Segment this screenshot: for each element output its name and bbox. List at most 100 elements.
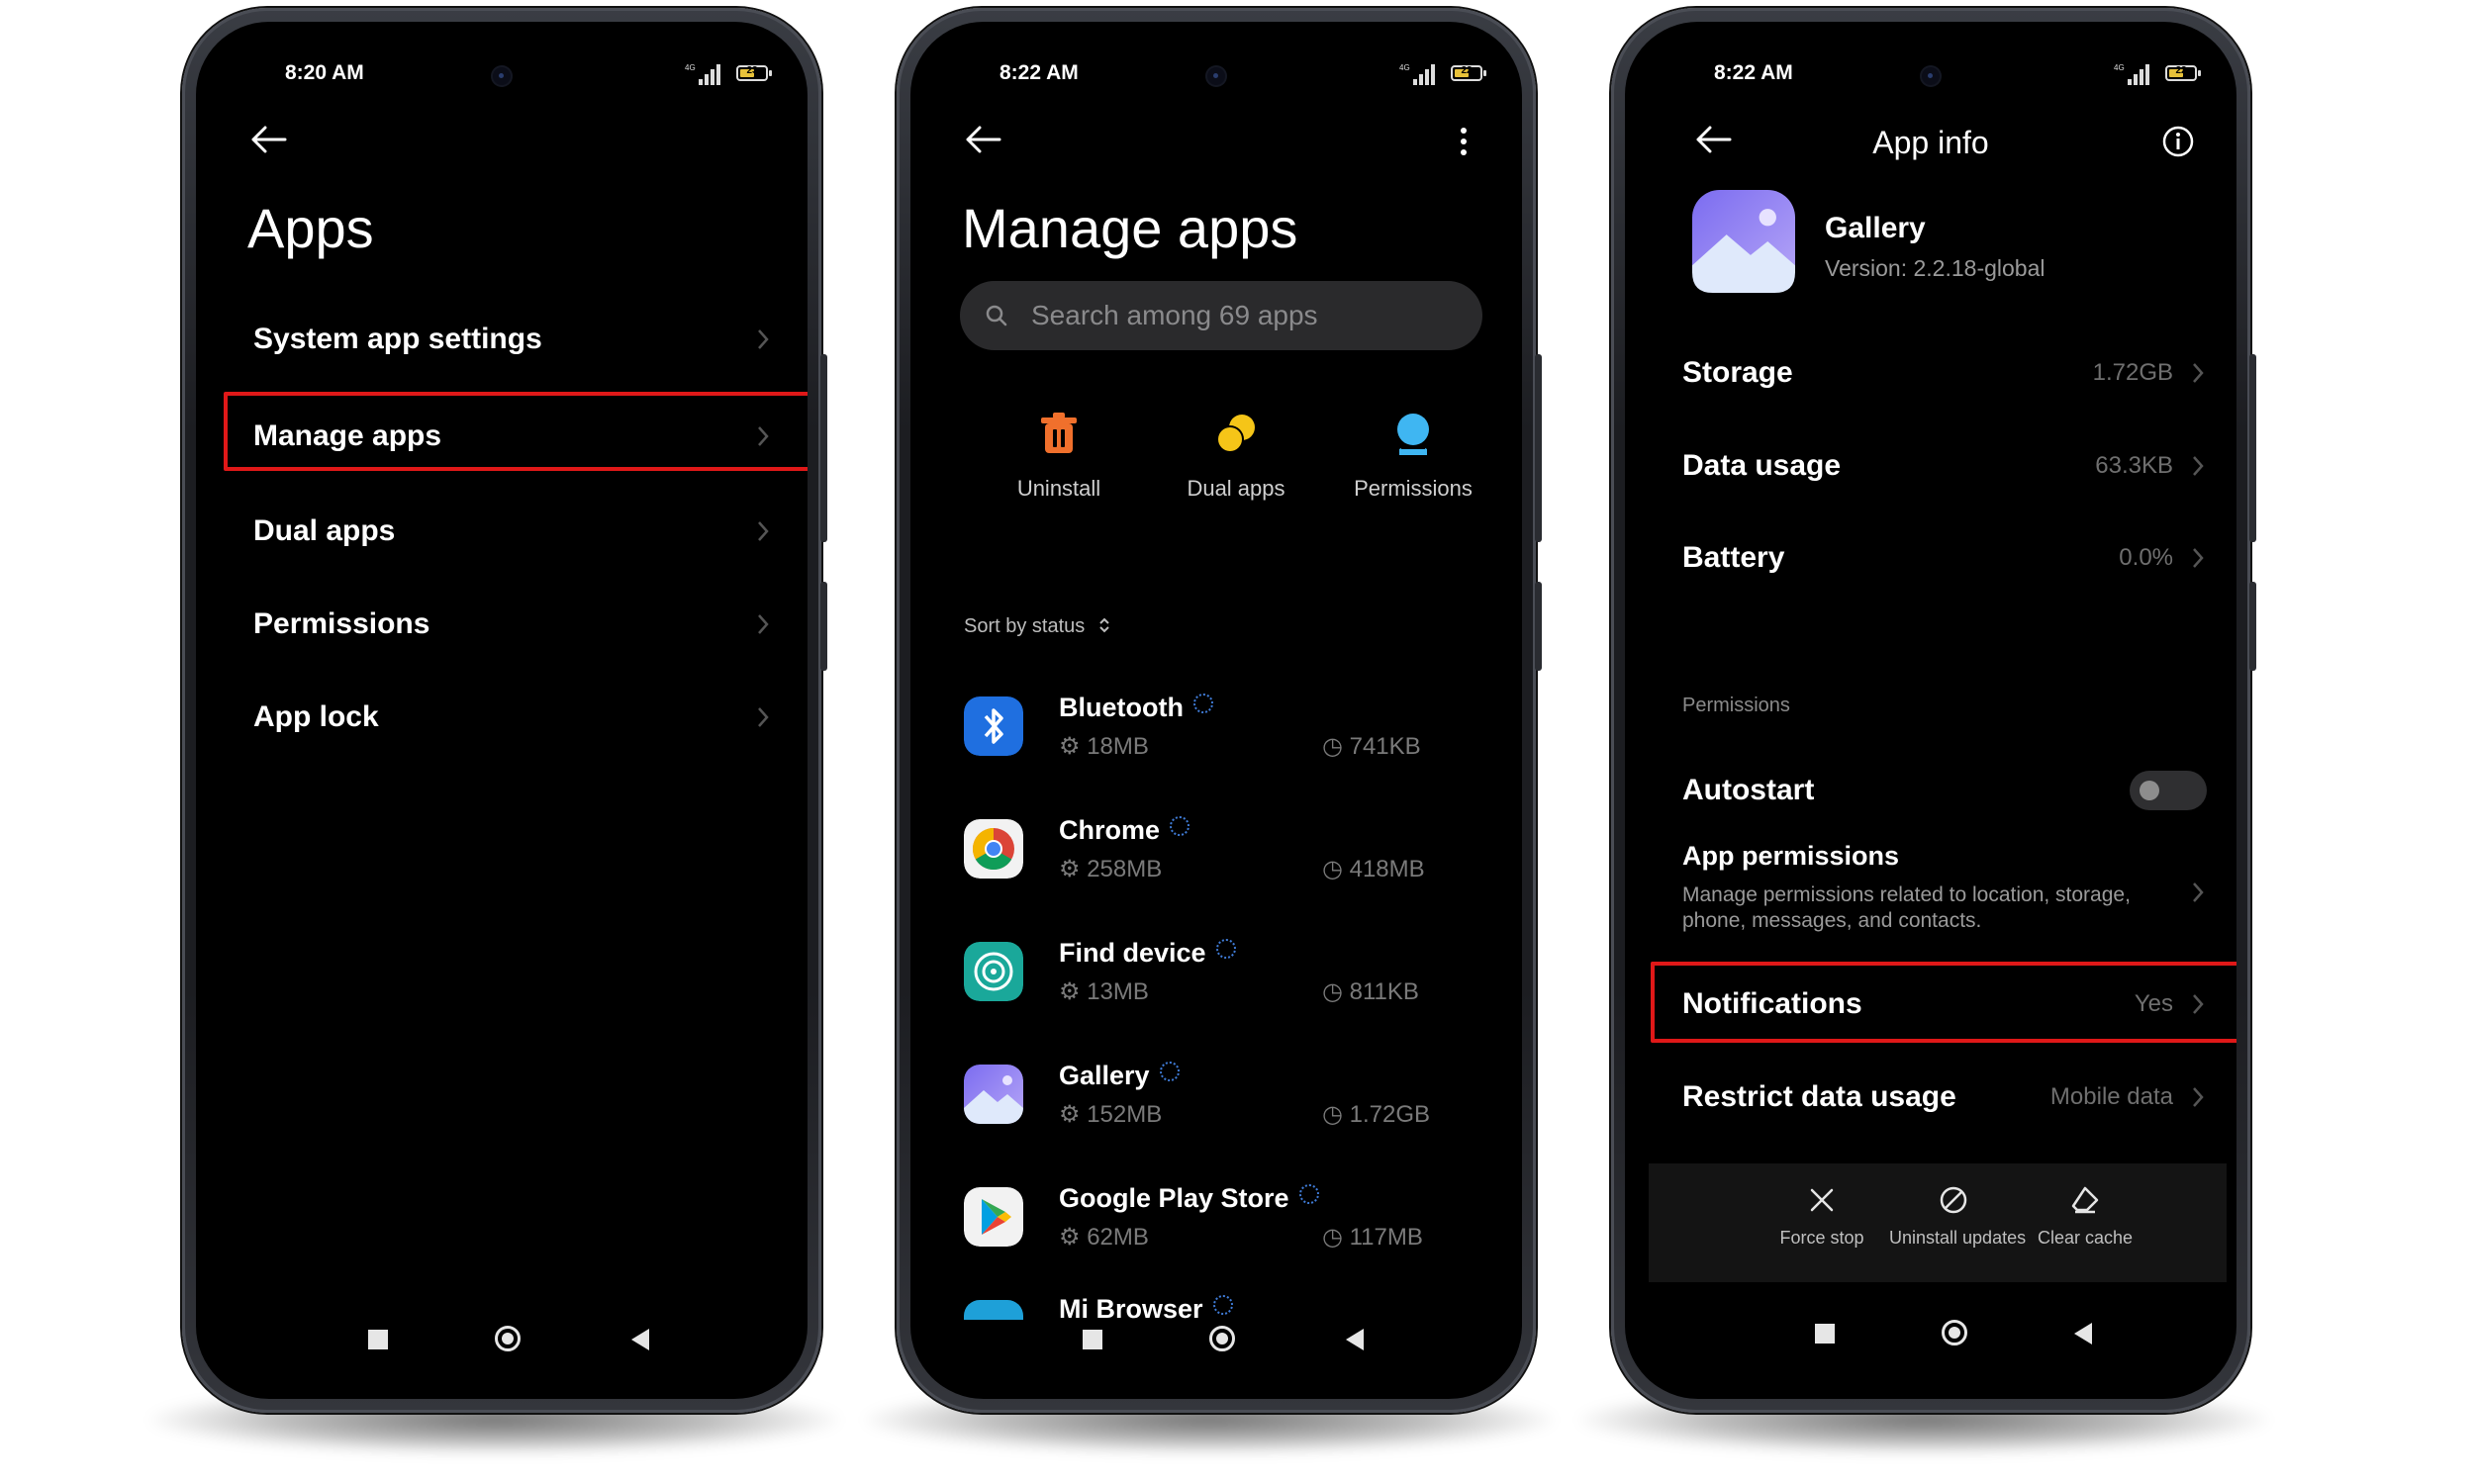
battery-level: 22 (1461, 65, 1473, 76)
screen: 8:20 AM 4G 23 Apps System app settings M… (196, 22, 808, 1399)
recent-apps-button[interactable] (1815, 1324, 1835, 1344)
home-button[interactable] (495, 1326, 521, 1351)
recent-apps-button[interactable] (368, 1330, 388, 1349)
status-time: 8:20 AM (285, 61, 364, 84)
sort-by-status[interactable]: Sort by status (964, 615, 1110, 638)
action-label: Force stop (1779, 1228, 1864, 1248)
back-button[interactable] (2074, 1323, 2092, 1345)
uninstall-updates-button[interactable]: Uninstall updates (1889, 1185, 2026, 1249)
loading-icon (1212, 1295, 1233, 1315)
info-icon[interactable] (2161, 125, 2195, 158)
menu-item-system-app-settings[interactable]: System app settings (196, 305, 808, 374)
app-size: ⚙ 62MB (1059, 1224, 1149, 1251)
chrome-icon (964, 819, 1023, 879)
autostart-row[interactable]: Autostart (1625, 756, 2236, 825)
clear-cache-button[interactable]: Clear cache (2021, 1185, 2149, 1249)
home-button[interactable] (1209, 1326, 1235, 1351)
dual-apps-button[interactable]: Dual apps (1147, 410, 1325, 502)
storage-row[interactable]: Storage 1.72GB (1625, 338, 2236, 408)
chevron-right-icon (2193, 548, 2204, 568)
app-permissions-row[interactable]: App permissions Manage permissions relat… (1625, 833, 2236, 952)
app-size: ⚙ 258MB (1059, 856, 1163, 882)
force-stop-button[interactable]: Force stop (1758, 1185, 1886, 1249)
back-button[interactable] (1346, 1329, 1364, 1350)
phone-app-info: 8:22 AM 4G 22 App info Gallery Version: … (1611, 8, 2256, 1413)
front-camera (1922, 67, 1940, 85)
permissions-icon (1397, 414, 1429, 455)
status-bar: 8:20 AM 4G 23 (196, 59, 808, 93)
list-item[interactable]: Find device ⚙ 13MB ◷ 811KB (960, 922, 1482, 1031)
app-name: Mi Browser (1059, 1294, 1233, 1320)
app-data-usage: ◷ 811KB (1322, 978, 1419, 1005)
more-options-icon[interactable] (1459, 127, 1469, 156)
row-value: 1.72GB (2092, 359, 2173, 386)
side-button (820, 582, 827, 671)
navigation-bar (1625, 1314, 2236, 1353)
back-arrow-icon[interactable] (249, 125, 289, 154)
app-data-usage: ◷ 1.72GB (1322, 1101, 1430, 1128)
back-arrow-icon[interactable] (964, 125, 1003, 154)
menu-item-label: App lock (253, 700, 379, 733)
battery-icon: 23 (736, 65, 772, 81)
loading-icon (1192, 694, 1213, 713)
side-button (820, 354, 827, 542)
battery-level: 22 (2175, 65, 2187, 76)
data-usage-row[interactable]: Data usage 63.3KB (1625, 431, 2236, 501)
quick-action-label: Permissions (1354, 476, 1473, 501)
signal-icon: 4G (2114, 63, 2149, 85)
battery-icon: 22 (2165, 65, 2201, 81)
search-bar[interactable]: Search among 69 apps (960, 281, 1482, 350)
gallery-app-icon (1692, 190, 1795, 293)
battery-row[interactable]: Battery 0.0% (1625, 523, 2236, 593)
bluetooth-icon (964, 696, 1023, 756)
highlight-box (224, 392, 808, 471)
list-item[interactable]: Chrome ⚙ 258MB ◷ 418MB (960, 799, 1482, 908)
dual-circles-icon (1216, 415, 1255, 453)
app-data-usage: ◷ 418MB (1322, 856, 1425, 882)
section-header: Permissions (1682, 695, 1790, 716)
side-button (2249, 582, 2256, 671)
menu-item-label: Permissions (253, 607, 430, 640)
search-icon (986, 305, 1007, 326)
app-name: Find device (1059, 938, 1236, 969)
restrict-data-usage-row[interactable]: Restrict data usage Mobile data (1625, 1063, 2236, 1132)
home-button[interactable] (1942, 1320, 1967, 1345)
autostart-toggle[interactable] (2130, 771, 2207, 810)
list-item[interactable]: Mi Browser (960, 1290, 1482, 1320)
side-button (1535, 354, 1542, 542)
signal-icon: 4G (1399, 63, 1435, 85)
app-name: Gallery (1059, 1061, 1180, 1091)
app-size: ⚙ 152MB (1059, 1101, 1163, 1128)
row-value: Mobile data (2049, 1083, 2173, 1110)
list-item[interactable]: Gallery ⚙ 152MB ◷ 1.72GB (960, 1045, 1482, 1154)
menu-item-dual-apps[interactable]: Dual apps (196, 497, 808, 566)
close-icon (1810, 1188, 1834, 1212)
menu-item-permissions[interactable]: Permissions (196, 590, 808, 659)
screen: 8:22 AM 4G 22 Manage apps Search among 6… (910, 22, 1522, 1399)
app-version: Version: 2.2.18-global (1825, 255, 2046, 281)
recent-apps-button[interactable] (1083, 1330, 1102, 1349)
phone-apps: 8:20 AM 4G 23 Apps System app settings M… (182, 8, 827, 1413)
app-data-usage: ◷ 741KB (1322, 733, 1421, 760)
page-title: Apps (247, 197, 374, 259)
screen: 8:22 AM 4G 22 App info Gallery Version: … (1625, 22, 2236, 1399)
sort-label: Sort by status (964, 615, 1086, 637)
svg-text:4G: 4G (1399, 63, 1410, 72)
action-bar: Force stop Uninstall updates Clear cache (1649, 1163, 2227, 1282)
row-description: Manage permissions related to location, … (1682, 883, 2131, 932)
status-time: 8:22 AM (1714, 61, 1793, 84)
svg-text:4G: 4G (685, 63, 696, 72)
list-item[interactable]: Google Play Store ⚙ 62MB ◷ 117MB (960, 1167, 1482, 1276)
list-item[interactable]: Bluetooth ⚙ 18MB ◷ 741KB (960, 677, 1482, 786)
status-time: 8:22 AM (999, 61, 1079, 84)
permissions-button[interactable]: Permissions (1324, 410, 1502, 502)
app-name: Google Play Store (1059, 1183, 1319, 1214)
loading-icon (1215, 939, 1236, 959)
uninstall-button[interactable]: Uninstall (970, 410, 1148, 502)
back-button[interactable] (631, 1329, 649, 1350)
highlight-box (1651, 962, 2236, 1043)
row-value: 0.0% (2119, 544, 2173, 571)
side-button (1535, 582, 1542, 671)
app-size: ⚙ 18MB (1059, 733, 1149, 760)
menu-item-app-lock[interactable]: App lock (196, 683, 808, 752)
